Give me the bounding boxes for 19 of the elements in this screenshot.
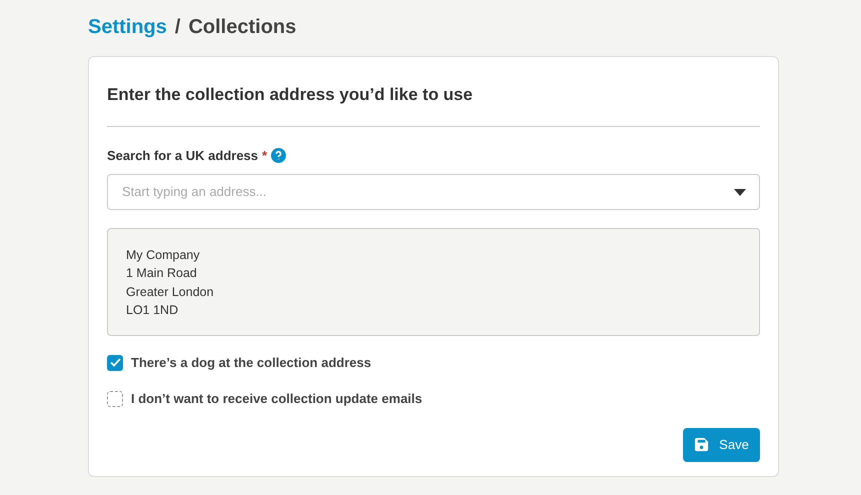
dropdown-caret-icon [734, 188, 746, 196]
checkbox[interactable] [107, 390, 123, 406]
check-icon [110, 358, 120, 367]
address-line: 1 Main Road [126, 265, 198, 282]
address-line: My Company [126, 246, 201, 264]
breadcrumb-separator: / [174, 15, 180, 40]
breadcrumb-link[interactable]: Settings [88, 12, 167, 42]
checkbox-label: I don’t want to receive collection update emails [131, 390, 422, 408]
address-line: Greater London [126, 284, 215, 300]
field-label: Search for a UK address [107, 147, 258, 165]
help-icon[interactable] [271, 148, 286, 164]
save-button[interactable]: Save [683, 428, 760, 462]
card-heading: Enter the collection address you’d like to use [107, 84, 474, 106]
checkbox[interactable] [107, 354, 123, 370]
checkbox-label: There’s a dog at the collection address [131, 354, 372, 372]
address-line: LO1 1ND [126, 302, 180, 319]
page-title: Collections [188, 15, 296, 40]
address-search-field[interactable]: Start typing an address... [107, 174, 760, 210]
required-mark: * [262, 147, 268, 165]
